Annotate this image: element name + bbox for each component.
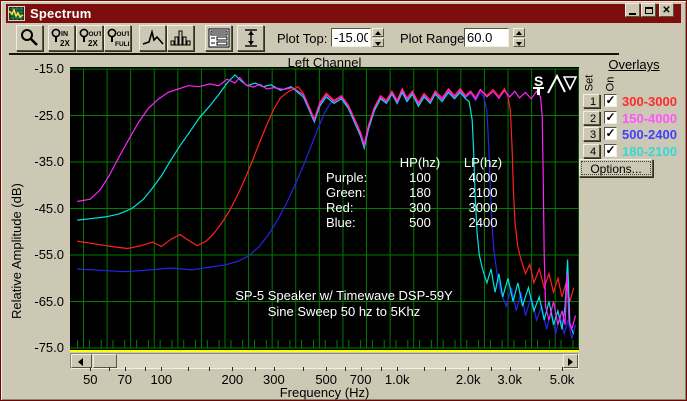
overlay-on-checkbox-1[interactable]: ✓: [604, 94, 617, 107]
frequency-scrollbar[interactable]: [70, 353, 579, 369]
zoom-in-2x-icon: IN 2X: [51, 28, 70, 48]
maximize-icon: [644, 6, 653, 14]
y-tick-label: -65.0: [34, 293, 64, 309]
maximize-button[interactable]: [641, 3, 656, 17]
x-axis-tick: [161, 367, 163, 371]
settings-list-icon: [208, 28, 229, 48]
zoom-out-full-icon: OUT FULL: [107, 28, 130, 48]
overlay-set-button-2[interactable]: 2: [583, 110, 600, 125]
x-axis-tick: [360, 367, 362, 371]
svg-text:OUT: OUT: [117, 31, 130, 38]
x-axis-tick: [255, 367, 257, 371]
x-axis-tick: [144, 367, 146, 371]
x-axis-tick: [303, 367, 305, 371]
x-axis-tick: [109, 367, 110, 371]
svg-text:OUT: OUT: [89, 31, 102, 38]
zoom-out-full-button[interactable]: OUT FULL: [104, 25, 131, 51]
plot-top-spin-up[interactable]: [372, 28, 384, 37]
overlays-title: Overlays: [608, 57, 660, 72]
x-axis-tick: [468, 367, 470, 371]
vertical-scale-button[interactable]: [237, 25, 264, 51]
overlay-on-checkbox-2[interactable]: ✓: [604, 110, 617, 124]
app-icon: [8, 6, 25, 21]
scroll-right-button[interactable]: [563, 354, 578, 368]
peak-display-button[interactable]: [139, 25, 166, 51]
x-axis-tick: [397, 367, 399, 371]
y-tick-label: -25.0: [34, 107, 64, 123]
x-axis-tick: [232, 367, 234, 371]
x-axis-tick: [562, 367, 564, 371]
overlay-set-button-1[interactable]: 1: [583, 94, 600, 108]
overlay-label-1: 300-3000: [622, 94, 677, 109]
overlay-set-button-4[interactable]: 4: [583, 143, 600, 158]
close-button[interactable]: ✕: [659, 3, 674, 17]
y-tick-label: -35.0: [34, 154, 64, 169]
minimize-button[interactable]: [625, 3, 640, 17]
title-bar[interactable]: Spectrum: [6, 4, 681, 23]
plot-top-spin-down[interactable]: [372, 38, 384, 47]
zoom-in-2x-button[interactable]: IN 2X: [48, 25, 75, 51]
spectrum-window: Spectrum ✕ IN 2X OUT 2X OUT FULL: [0, 0, 687, 401]
x-axis-tick: [509, 367, 511, 371]
window-title: Spectrum: [30, 6, 92, 21]
x-axis-tick: [124, 367, 126, 371]
plot-range-spinner: [513, 28, 525, 47]
y-tick-label: -15.0: [34, 61, 64, 76]
y-tick-label: -55.0: [34, 247, 64, 262]
peak-curve-icon: [142, 29, 164, 45]
svg-text:FULL: FULL: [115, 41, 129, 48]
scrollbar-thumb[interactable]: [93, 354, 117, 368]
zoom-out-2x-icon: OUT 2X: [79, 28, 102, 48]
vertical-ruler-icon: [244, 29, 257, 47]
plot-top-input[interactable]: [331, 28, 371, 47]
x-axis-tick: [344, 367, 346, 371]
overlay-label-4: 180-2100: [622, 143, 677, 159]
x-axis-title: Frequency (Hz): [279, 385, 370, 400]
y-tick-label: -45.0: [34, 200, 64, 216]
plot-top-spinner: [372, 28, 384, 47]
scroll-left-button[interactable]: [71, 354, 92, 368]
plot-top-label: Plot Top:: [277, 31, 328, 46]
x-axis-tick: [90, 367, 92, 371]
close-icon: ✕: [662, 4, 671, 16]
x-axis-tick: [188, 367, 190, 371]
overlay-label-2: 150-4000: [622, 110, 677, 126]
svg-text:2X: 2X: [60, 39, 70, 48]
magnifier-icon: [21, 29, 38, 46]
minimize-icon: [629, 12, 636, 15]
display-options-button[interactable]: [205, 25, 232, 51]
zoom-out-2x-button[interactable]: OUT 2X: [76, 25, 103, 51]
overlays-set-header: Set: [583, 74, 596, 92]
svg-text:IN: IN: [61, 31, 68, 38]
plot-range-spin-down[interactable]: [513, 38, 525, 47]
plot-range-spin-up[interactable]: [513, 28, 525, 37]
plot-range-input[interactable]: [464, 28, 509, 47]
x-axis-tick: [424, 367, 426, 371]
bar-display-button[interactable]: [167, 25, 194, 51]
x-axis-tick: [326, 367, 328, 371]
y-tick-label: -75.0: [34, 340, 64, 355]
x-axis-tick: [380, 367, 382, 371]
overlay-on-checkbox-3[interactable]: ✓: [604, 127, 617, 141]
svg-text:2X: 2X: [88, 39, 98, 48]
x-axis-tick: [539, 367, 541, 371]
options-button[interactable]: Options...: [579, 159, 653, 177]
x-axis-tick: [209, 367, 211, 371]
overlays-on-header: On: [604, 76, 617, 92]
overlay-on-checkbox-4[interactable]: ✓: [604, 143, 617, 157]
spectrum-plot[interactable]: S: [70, 67, 580, 350]
plot-baseline: [70, 350, 579, 352]
overlay-set-button-3[interactable]: 3: [583, 127, 600, 142]
x-axis-tick: [273, 367, 275, 371]
zoom-tool-button[interactable]: [16, 25, 43, 51]
x-axis-tick: [445, 367, 447, 371]
overlay-label-3: 500-2400: [622, 127, 677, 143]
x-axis-tick: [491, 367, 493, 371]
plot-range-label: Plot Range:: [400, 31, 468, 46]
svg-text:S: S: [534, 73, 543, 89]
bars-icon: [170, 30, 190, 46]
